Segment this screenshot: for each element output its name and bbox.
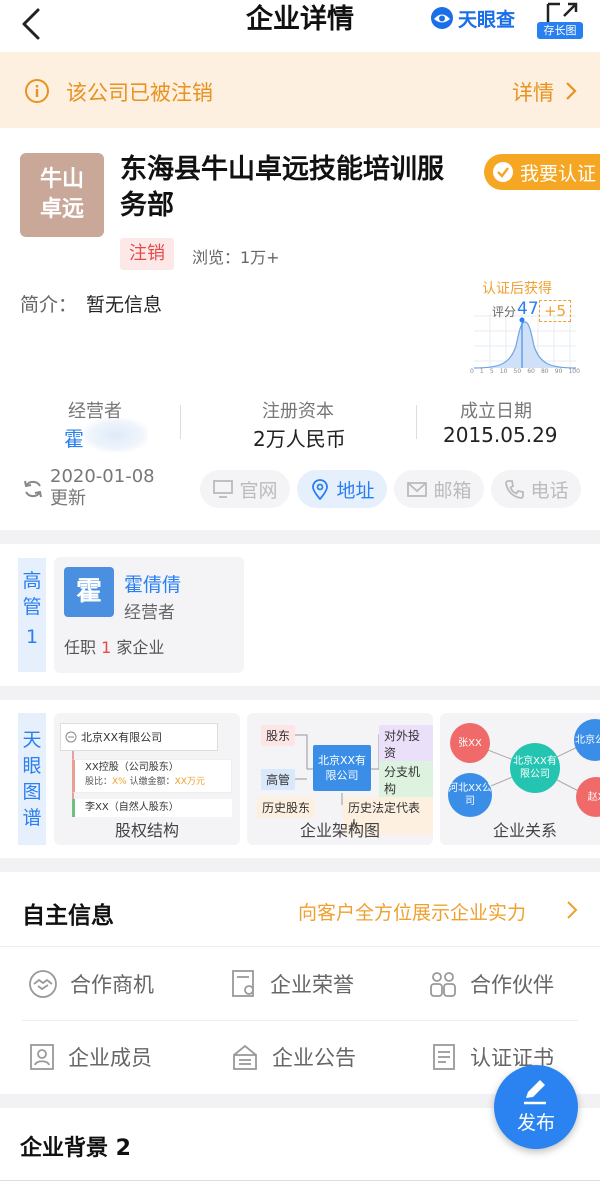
chevron-right-icon [566, 82, 577, 100]
self-info-link[interactable]: 向客户全方位展示企业实力 [298, 898, 526, 925]
last-update: 2020-01-08 更新 [50, 466, 155, 509]
self-info-title: 自主信息 [22, 903, 114, 929]
structure-investment-node: 对外投资 [379, 725, 433, 763]
brand-logo: 天眼查 [430, 6, 516, 31]
status-badge: 注销 [120, 238, 174, 270]
member-card-icon [30, 1044, 54, 1070]
structure-shareholder-node: 股东 [261, 725, 296, 746]
structure-history-shareholder-node: 历史股东 [257, 797, 316, 818]
cancelled-notice-text: 该公司已被注销 [66, 81, 213, 105]
score-label: 评分 [492, 305, 517, 319]
refresh-icon[interactable] [22, 478, 44, 500]
score-widget-header: 认证后获得 [482, 281, 552, 297]
equity-structure-card[interactable]: 北京XX有限公司 XX控股（公司股东） 股比：X% 认缴金额：XX万元 李XX（… [54, 713, 240, 845]
stat-divider [416, 405, 417, 439]
location-pin-icon [312, 479, 329, 500]
executive-name[interactable]: 霍倩倩 [124, 570, 181, 597]
notice-detail-link[interactable]: 详情 [512, 77, 554, 107]
email-button[interactable]: 邮箱 [394, 470, 484, 508]
stat-divider [180, 405, 181, 439]
score-value: 47 [517, 299, 539, 319]
grid-item-members[interactable]: 企业成员 [28, 1037, 152, 1077]
intro-value: 暂无信息 [86, 294, 163, 316]
equity-person-node: 李XX（自然人股东） [72, 799, 232, 817]
executive-positions: 任职 1 家企业 [64, 638, 165, 657]
tab-bar-divider [0, 1180, 600, 1181]
announcement-icon [233, 1044, 257, 1070]
info-icon [25, 79, 49, 103]
company-background-title: 企业背景 2 [20, 1136, 131, 1161]
website-button[interactable]: 官网 [200, 470, 290, 508]
certificate-icon [232, 970, 254, 997]
capital-value: 2万人民币 [253, 427, 346, 451]
graph-maps-tag: 天眼图谱 [18, 713, 46, 845]
operator-name-link[interactable]: 霍 [64, 423, 84, 452]
publish-label: 发布 [516, 1112, 555, 1134]
tianyancha-eye-icon [431, 7, 453, 29]
capital-label: 注册资本 [262, 401, 334, 422]
equity-company-node: 北京XX有限公司 [60, 723, 218, 751]
grid-divider [22, 1020, 578, 1021]
structure-center-node: 北京XX有限公司 [313, 745, 371, 791]
company-structure-card[interactable]: 股东 高管 北京XX有限公司 对外投资 分支机构 历史股东 历史法定代表人 企业… [247, 713, 433, 845]
score-axis-ticks: 01 5 10 50 60 80 90 100 [470, 368, 580, 375]
brand-name: 天眼查 [458, 8, 516, 31]
phone-button[interactable]: 电话 [491, 470, 581, 508]
company-name: 东海县牛山卓远技能培训服务部 [120, 154, 444, 221]
redacted-blur [84, 418, 148, 452]
grid-item-partners[interactable]: 合作伙伴 [428, 964, 554, 1004]
equity-structure-label: 股权结构 [114, 821, 179, 840]
equity-holder-node: XX控股（公司股东） 股比：X% 认缴金额：XX万元 [72, 759, 232, 793]
pen-icon [524, 1080, 546, 1105]
company-logo: 牛山 卓远 [20, 153, 104, 237]
certify-button[interactable]: 我要认证 [484, 154, 600, 190]
founded-date-label: 成立日期 [460, 401, 532, 422]
address-button[interactable]: 地址 [297, 470, 387, 508]
executive-avatar: 霍 [64, 567, 114, 617]
section-divider [0, 946, 600, 947]
structure-branch-node: 分支机构 [379, 761, 433, 799]
intro-label: 简介： [20, 294, 78, 316]
relation-hebei-node: 河北XX公司 [448, 773, 492, 817]
company-relation-card[interactable]: 张XX 北京XX有限公司 河北XX公司 北京公司 赵X 企业关系 [440, 713, 600, 845]
collapse-icon [65, 731, 77, 743]
relation-person-node: 张XX [450, 723, 490, 763]
structure-executive-node: 高管 [261, 769, 296, 790]
executive-role: 经营者 [124, 603, 175, 623]
phone-icon [505, 480, 525, 499]
save-long-image-button[interactable]: 存长图 [537, 22, 583, 39]
chevron-right-icon [567, 901, 578, 919]
view-count: 浏览：1万+ [192, 248, 280, 267]
grid-item-business[interactable]: 合作商机 [28, 964, 154, 1004]
grid-item-announcements[interactable]: 企业公告 [230, 1037, 356, 1077]
founded-date-value: 2015.05.29 [443, 423, 558, 447]
monitor-icon [213, 480, 234, 498]
partners-icon [430, 972, 456, 997]
company-relation-label: 企业关系 [492, 821, 557, 840]
relation-center-node: 北京XX有限公司 [510, 743, 560, 793]
score-bonus: +5 [539, 300, 571, 322]
envelope-icon [407, 482, 428, 497]
verified-check-icon [493, 162, 513, 182]
company-structure-label: 企业架构图 [299, 821, 380, 840]
grid-item-honors[interactable]: 企业荣誉 [230, 964, 354, 1004]
document-icon [433, 1044, 455, 1070]
executives-tag: 高管 1 [18, 558, 46, 672]
handshake-icon [29, 970, 57, 998]
